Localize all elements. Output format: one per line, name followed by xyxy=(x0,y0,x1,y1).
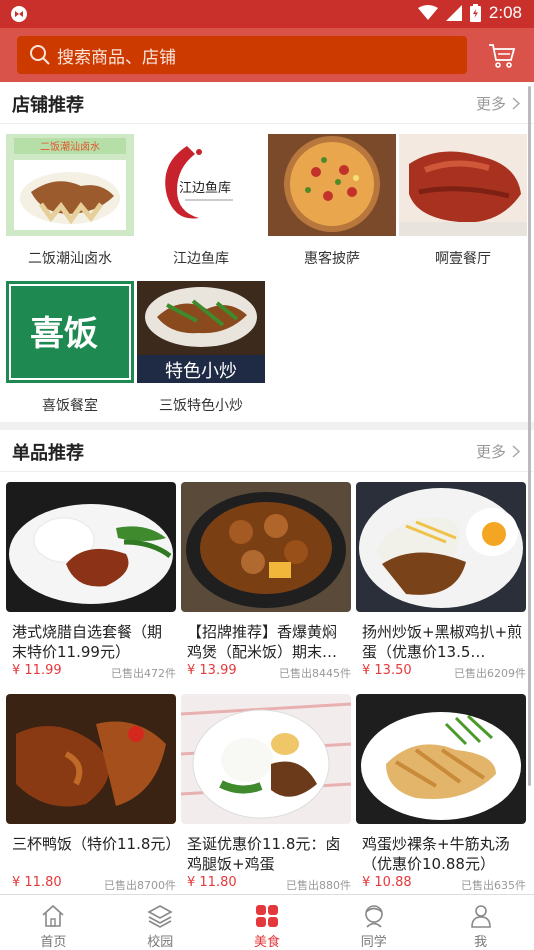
store-image: 二饭潮汕卤水 xyxy=(6,134,134,236)
wifi-icon xyxy=(417,5,438,20)
tab-label: 我 xyxy=(474,935,488,950)
layers-icon xyxy=(147,905,173,928)
product-price: ¥ 11.80 xyxy=(187,875,237,890)
scrollbar[interactable] xyxy=(528,86,531,786)
more-label: 更多 xyxy=(475,95,506,113)
store-card[interactable]: 啊壹餐厅 xyxy=(399,134,527,274)
product-price: ¥ 13.50 xyxy=(362,663,412,678)
product-card[interactable]: 【招牌推荐】香爆黄焖鸡煲（配米饭）期末… ¥ 13.99 已售出8445件 xyxy=(181,482,351,682)
product-card[interactable]: 圣诞优惠价11.8元：卤鸡腿饭+鸡蛋 ¥ 11.80 已售出880件 xyxy=(181,694,351,894)
classmate-icon xyxy=(364,905,383,928)
product-card[interactable]: 扬州炒饭+黑椒鸡扒+煎蛋（优惠价13.5… ¥ 13.50 已售出6209件 xyxy=(356,482,526,682)
status-bar: 2:08 xyxy=(0,0,534,28)
store-sign-text: 喜饭 xyxy=(30,314,98,354)
tab-label: 校园 xyxy=(147,935,174,950)
product-card[interactable]: 港式烧腊自选套餐（期末特价11.99元） ¥ 11.99 已售出472件 xyxy=(6,482,176,682)
store-name: 喜饭餐室 xyxy=(42,398,98,414)
store-image xyxy=(399,134,527,236)
user-icon xyxy=(470,905,491,928)
more-products-link[interactable]: 更多 xyxy=(476,441,520,462)
product-name: 港式烧腊自选套餐（期末特价11.99元） xyxy=(12,623,163,661)
store-image: 江边鱼库 xyxy=(137,134,265,236)
product-image xyxy=(6,694,176,824)
product-name: 圣诞优惠价11.8元：卤鸡腿饭+鸡蛋 xyxy=(187,835,341,873)
main-content: 店铺推荐 更多 二饭潮汕卤水 二饭潮汕卤水 江边鱼库 江边鱼库 惠客披萨 啊壹餐… xyxy=(0,82,534,894)
product-price: ¥ 11.99 xyxy=(12,663,62,678)
product-sold: 已售出472件 xyxy=(111,667,176,680)
product-sold: 已售出6209件 xyxy=(454,667,526,680)
product-name: 三杯鸭饭（特价11.8元） xyxy=(12,835,176,853)
chevron-right-icon xyxy=(512,97,520,110)
tab-campus[interactable]: 校园 xyxy=(107,895,214,950)
product-price: ¥ 11.80 xyxy=(12,875,62,890)
store-image: 喜饭 xyxy=(6,281,134,383)
section-title: 店铺推荐 xyxy=(12,95,84,116)
search-input[interactable]: 搜索商品、店铺 xyxy=(17,36,467,74)
store-card[interactable]: 喜饭 喜饭餐室 xyxy=(6,281,134,421)
store-sign-text: 二饭潮汕卤水 xyxy=(40,140,100,153)
tab-food[interactable]: 美食 xyxy=(214,895,321,950)
product-name: 扬州炒饭+黑椒鸡扒+煎蛋（优惠价13.5… xyxy=(362,623,523,661)
product-sold: 已售出8445件 xyxy=(279,667,351,680)
store-name: 惠客披萨 xyxy=(304,251,360,267)
chevron-right-icon xyxy=(512,445,520,458)
cart-icon[interactable] xyxy=(488,41,516,69)
store-card[interactable]: 特色小炒 三饭特色小炒 xyxy=(137,281,265,421)
product-card[interactable]: 三杯鸭饭（特价11.8元） ¥ 11.80 已售出8700件 xyxy=(6,694,176,894)
app-notification-icon xyxy=(11,6,27,22)
home-icon xyxy=(42,904,64,927)
tab-label: 同学 xyxy=(360,935,387,950)
more-stores-link[interactable]: 更多 xyxy=(476,93,520,114)
search-placeholder: 搜索商品、店铺 xyxy=(57,47,176,68)
store-card[interactable]: 江边鱼库 江边鱼库 xyxy=(137,134,265,274)
store-card[interactable]: 惠客披萨 xyxy=(268,134,396,274)
tab-label: 美食 xyxy=(253,935,280,950)
product-card[interactable]: 鸡蛋炒裸条+牛筋丸汤（优惠价10.88元） ¥ 10.88 已售出635件 xyxy=(356,694,526,894)
store-image: 特色小炒 xyxy=(137,281,265,383)
store-card[interactable]: 二饭潮汕卤水 二饭潮汕卤水 xyxy=(6,134,134,274)
search-icon xyxy=(30,45,50,65)
battery-icon xyxy=(469,4,481,22)
food-grid-icon xyxy=(255,905,278,927)
tab-classmates[interactable]: 同学 xyxy=(320,895,427,950)
tab-me[interactable]: 我 xyxy=(427,895,534,950)
product-image xyxy=(181,694,351,824)
product-price: ¥ 13.99 xyxy=(187,663,237,678)
product-recommend-section: 单品推荐 更多 港式烧腊自选套餐（期末特价11.99元） ¥ 11.99 已售出… xyxy=(0,430,534,894)
top-bar: 搜索商品、店铺 xyxy=(0,28,534,82)
more-label: 更多 xyxy=(475,443,506,461)
store-recommend-section: 店铺推荐 更多 二饭潮汕卤水 二饭潮汕卤水 江边鱼库 江边鱼库 惠客披萨 啊壹餐… xyxy=(0,82,534,422)
store-name: 啊壹餐厅 xyxy=(435,251,491,267)
bottom-tab-bar: 首页 校园 美食 同学 我 xyxy=(0,894,534,950)
store-name: 二饭潮汕卤水 xyxy=(28,251,112,267)
product-image xyxy=(356,694,526,824)
product-image xyxy=(6,482,176,612)
tab-label: 首页 xyxy=(40,935,67,950)
product-sold: 已售出880件 xyxy=(286,879,351,892)
product-image xyxy=(356,482,526,612)
signal-icon xyxy=(445,5,462,21)
store-image xyxy=(268,134,396,236)
status-time: 2:08 xyxy=(488,3,522,22)
tab-home[interactable]: 首页 xyxy=(0,895,107,950)
store-name: 三饭特色小炒 xyxy=(159,398,243,414)
product-name: 鸡蛋炒裸条+牛筋丸汤（优惠价10.88元） xyxy=(362,835,510,873)
store-sign-text: 特色小炒 xyxy=(165,361,237,382)
product-sold: 已售出8700件 xyxy=(104,879,176,892)
store-sign-text: 江边鱼库 xyxy=(179,180,231,196)
product-sold: 已售出635件 xyxy=(461,879,526,892)
section-title: 单品推荐 xyxy=(12,443,84,464)
product-image xyxy=(181,482,351,612)
product-name: 【招牌推荐】香爆黄焖鸡煲（配米饭）期末… xyxy=(187,623,338,661)
store-name: 江边鱼库 xyxy=(173,251,229,267)
product-price: ¥ 10.88 xyxy=(362,875,412,890)
